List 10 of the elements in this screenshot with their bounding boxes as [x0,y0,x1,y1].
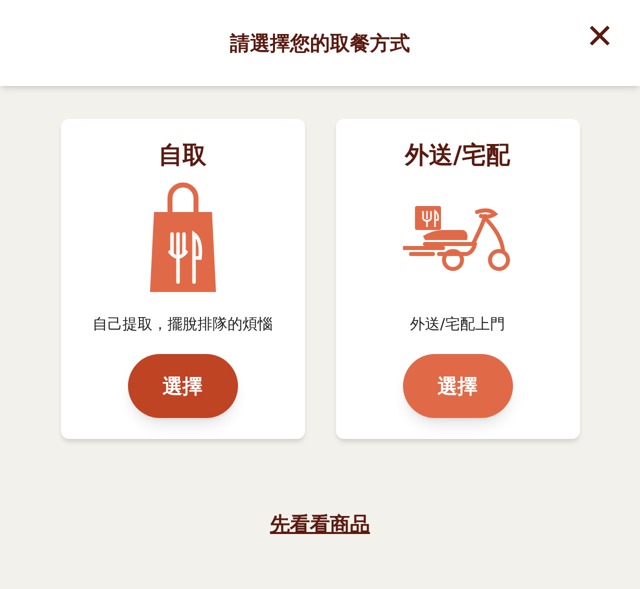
delivery-scooter-icon [402,204,512,272]
dialog-title: 請選擇您的取餐方式 [230,30,410,57]
option-title: 外送/宅配 [405,140,510,171]
select-button[interactable]: 選擇 [128,354,238,418]
browse-products-link[interactable]: 先看看商品 [270,509,370,539]
option-description: 外送/宅配上門 [410,314,506,335]
close-button[interactable]: ✕ [586,20,614,54]
option-title: 自取 [158,140,206,171]
shopping-bag-icon [148,182,218,294]
option-description: 自己提取，擺脫排隊的煩惱 [92,314,272,335]
